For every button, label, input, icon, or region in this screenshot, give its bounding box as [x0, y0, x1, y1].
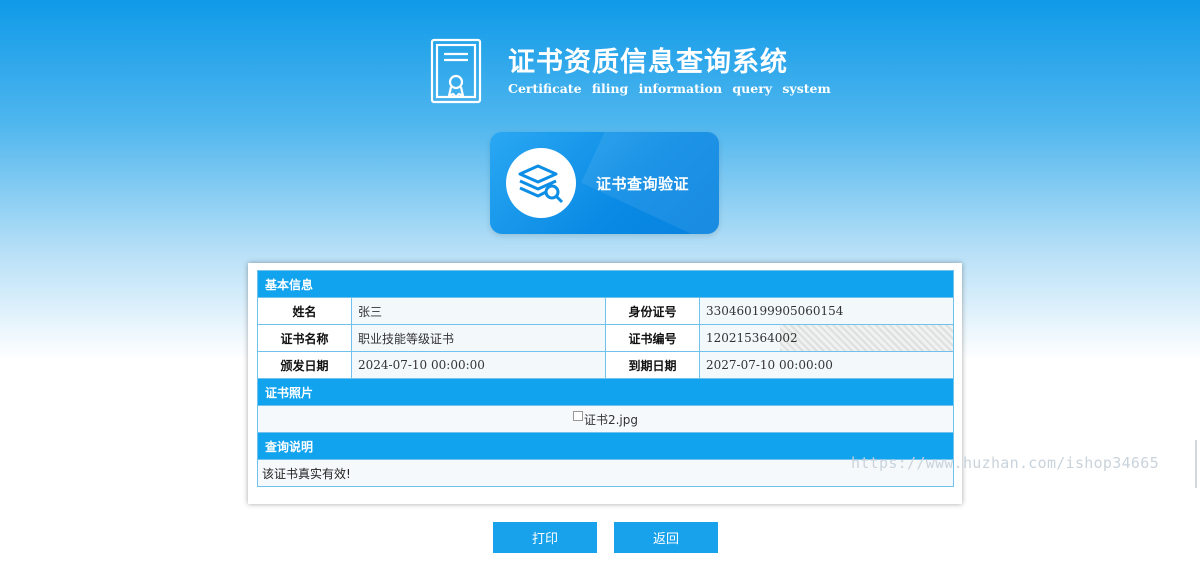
- table-row: 该证书真实有效!: [256, 459, 955, 487]
- name-value: 张三: [351, 297, 606, 325]
- expire-date-label: 到期日期: [605, 351, 700, 379]
- edge-divider: [1195, 440, 1197, 488]
- query-note-text: 该证书真实有效!: [256, 459, 955, 487]
- id-number-value: 330460199905060154: [698, 297, 955, 325]
- table-row: 证书名称 职业技能等级证书 证书编号 120215364002: [257, 324, 955, 352]
- issue-date-label: 颁发日期: [257, 351, 352, 379]
- cert-number-value: 120215364002: [706, 331, 798, 345]
- issue-date-value: 2024-07-10 00:00:00: [351, 351, 606, 379]
- cert-photo-cell: 证书2.jpg: [256, 405, 955, 433]
- cert-name-value: 职业技能等级证书: [351, 324, 606, 352]
- section-basic-info: 基本信息: [256, 270, 955, 298]
- cert-photo-alt: 证书2.jpg: [583, 412, 639, 427]
- table-row: 证书2.jpg: [256, 405, 955, 433]
- query-card-label: 证书查询验证: [596, 174, 690, 193]
- certificate-icon: [430, 38, 482, 104]
- watermark-text: https://www.huzhan.com/ishop34665: [851, 454, 1159, 472]
- certificate-info-table: 基本信息 姓名 张三 身份证号 330460199905060154 证书名称 …: [256, 270, 955, 487]
- section-title: 证书照片: [256, 378, 955, 406]
- print-button[interactable]: 打印: [493, 522, 597, 553]
- id-number-label: 身份证号: [605, 297, 700, 325]
- back-button[interactable]: 返回: [614, 522, 718, 553]
- cert-photo-image: 证书2.jpg: [572, 411, 639, 428]
- section-title: 基本信息: [256, 270, 955, 298]
- cert-number-cell: 120215364002: [698, 324, 955, 352]
- query-icon-circle: [506, 148, 576, 218]
- cert-number-label: 证书编号: [605, 324, 700, 352]
- section-query-note: 查询说明: [256, 432, 955, 460]
- table-row: 姓名 张三 身份证号 330460199905060154: [257, 297, 955, 325]
- broken-image-icon: [572, 411, 583, 421]
- name-label: 姓名: [257, 297, 352, 325]
- layers-search-icon: [518, 164, 564, 204]
- header: 证书资质信息查询系统 Certificate filing informatio…: [430, 36, 831, 106]
- section-cert-photo: 证书照片: [256, 378, 955, 406]
- page-subtitle: Certificate filing information query sys…: [508, 80, 831, 96]
- expire-date-value: 2027-07-10 00:00:00: [698, 351, 955, 379]
- header-text: 证书资质信息查询系统 Certificate filing informatio…: [508, 46, 831, 97]
- table-row: 颁发日期 2024-07-10 00:00:00 到期日期 2027-07-10…: [257, 351, 955, 379]
- section-title: 查询说明: [256, 432, 955, 460]
- cert-name-label: 证书名称: [257, 324, 352, 352]
- page-title: 证书资质信息查询系统: [508, 46, 788, 78]
- certificate-query-card[interactable]: 证书查询验证: [490, 132, 719, 234]
